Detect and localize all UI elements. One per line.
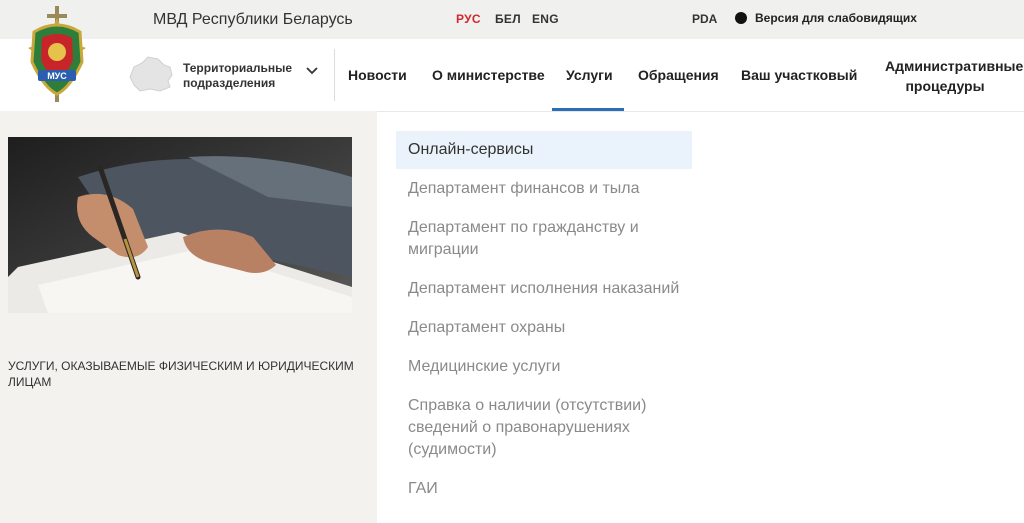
menu-item-traffic-police[interactable]: ГАИ bbox=[396, 470, 692, 508]
top-bar: МВД Республики Беларусь РУС БЕЛ ENG PDA … bbox=[0, 0, 1024, 39]
menu-item-criminal-record-certificate[interactable]: Справка о наличии (отсутствии) сведений … bbox=[396, 387, 692, 469]
lang-en[interactable]: ENG bbox=[532, 12, 559, 26]
territorial-label-line2: подразделения bbox=[183, 76, 276, 90]
lang-be[interactable]: БЕЛ bbox=[495, 12, 521, 26]
eye-dot-icon bbox=[735, 12, 747, 24]
nav-about-ministry[interactable]: О министерстве bbox=[432, 67, 545, 83]
low-vision-link[interactable]: Версия для слабовидящих bbox=[735, 11, 917, 25]
territorial-label-line1: Территориальные bbox=[183, 61, 293, 75]
menu-item-security-department[interactable]: Департамент охраны bbox=[396, 309, 692, 347]
chevron-down-icon[interactable] bbox=[305, 66, 319, 76]
site-title[interactable]: МВД Республики Беларусь bbox=[153, 11, 353, 29]
nav-administrative-procedures[interactable]: Административные процедуры bbox=[885, 56, 1023, 96]
services-submenu: Онлайн-сервисы Департамент финансов и ты… bbox=[396, 131, 692, 509]
territorial-units-dropdown[interactable]: Территориальные подразделения bbox=[183, 61, 292, 91]
services-intro-panel: УСЛУГИ, ОКАЗЫВАЕМЫЕ ФИЗИЧЕСКИМ И ЮРИДИЧЕ… bbox=[0, 111, 377, 523]
menu-item-citizenship-migration[interactable]: Департамент по гражданству и миграции bbox=[396, 209, 692, 269]
menu-item-medical-services[interactable]: Медицинские услуги bbox=[396, 348, 692, 386]
ministry-emblem-logo[interactable]: МУС bbox=[20, 4, 94, 104]
pda-link[interactable]: PDA bbox=[692, 12, 717, 26]
nav-district-officer[interactable]: Ваш участковый bbox=[741, 67, 857, 83]
nav-services[interactable]: Услуги bbox=[566, 67, 613, 83]
belarus-map-icon[interactable] bbox=[126, 55, 176, 95]
emblem-text: МУС bbox=[47, 71, 67, 81]
menu-item-finance-department[interactable]: Департамент финансов и тыла bbox=[396, 170, 692, 208]
signing-document-photo bbox=[8, 137, 352, 313]
lang-ru[interactable]: РУС bbox=[456, 12, 481, 26]
menu-item-penal-execution[interactable]: Департамент исполнения наказаний bbox=[396, 270, 692, 308]
menu-item-online-services[interactable]: Онлайн-сервисы bbox=[396, 131, 692, 169]
nav-divider bbox=[334, 49, 335, 101]
main-navigation: Территориальные подразделения Новости О … bbox=[0, 39, 1024, 112]
nav-appeals[interactable]: Обращения bbox=[638, 67, 719, 83]
nav-active-indicator bbox=[552, 108, 624, 111]
nav-news[interactable]: Новости bbox=[348, 67, 407, 83]
low-vision-label: Версия для слабовидящих bbox=[755, 11, 917, 25]
services-caption: УСЛУГИ, ОКАЗЫВАЕМЫЕ ФИЗИЧЕСКИМ И ЮРИДИЧЕ… bbox=[8, 359, 354, 389]
